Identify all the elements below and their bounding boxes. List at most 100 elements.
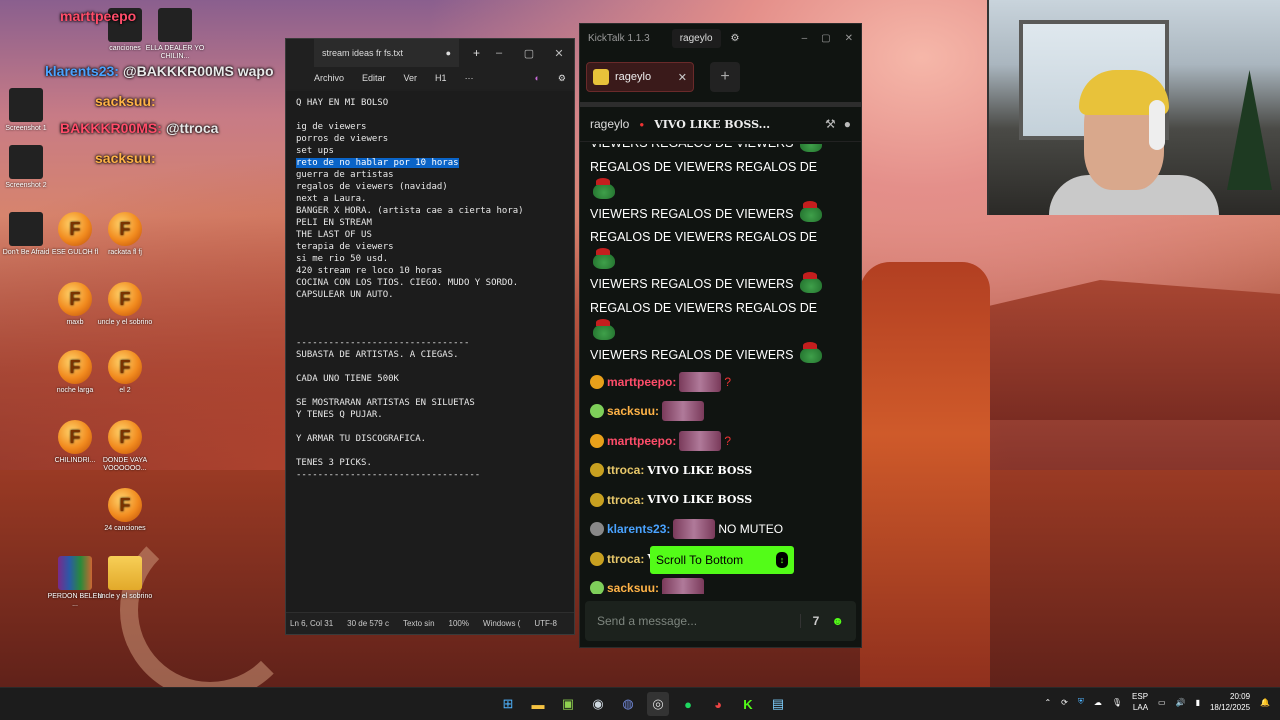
- notification-bell-icon[interactable]: 🔔: [1260, 698, 1270, 707]
- chat-username[interactable]: sacksuu:: [607, 581, 659, 594]
- chat-username[interactable]: klarents23:: [607, 522, 670, 536]
- line-text: COCINA CON LOS TIOS. CIEGO. MUDO Y SORDO…: [296, 278, 519, 288]
- overlay-username: klarents23:: [45, 63, 119, 79]
- close-icon[interactable]: ✕: [544, 47, 574, 60]
- chat-message[interactable]: sacksuu:: [590, 574, 861, 594]
- overlay-username: BAKKKR00MS:: [60, 120, 162, 136]
- menu-ver[interactable]: Ver: [404, 73, 418, 83]
- sync-icon[interactable]: ⟳: [1061, 698, 1068, 707]
- desktop-icon[interactable]: uncle y el sobrino: [95, 556, 155, 601]
- kick-icon[interactable]: K: [737, 692, 759, 716]
- steam-icon[interactable]: ◉: [587, 692, 609, 716]
- desktop-icon[interactable]: Funcle y el sobrino: [95, 282, 155, 327]
- chat-message[interactable]: marttpeepo:?: [590, 367, 861, 397]
- clock[interactable]: 20:09 18/12/2025: [1210, 691, 1250, 713]
- chat-message[interactable]: ttroca:VIVO LIKE BOSS: [590, 485, 861, 515]
- file-explorer-icon[interactable]: ▬: [527, 692, 549, 716]
- language-indicator[interactable]: ESP LAA: [1132, 691, 1148, 713]
- seventv-icon[interactable]: 7: [813, 614, 820, 628]
- chat-username[interactable]: ttroca:: [607, 463, 644, 477]
- chat-message[interactable]: sacksuu:: [590, 397, 861, 427]
- gift-text: REGALOS DE VIEWERS REGALOS DE: [590, 230, 818, 244]
- desktop-icon[interactable]: Screenshot 1: [0, 88, 56, 133]
- chat-username[interactable]: sacksuu:: [607, 404, 659, 418]
- chat-text: ?: [724, 374, 732, 389]
- battery-icon[interactable]: ▮: [1196, 698, 1200, 707]
- chat-message[interactable]: ttroca:VIVO LIKE BOSS: [590, 456, 861, 486]
- desktop-icon-label: ELLA DEALER YO CHILIN...: [145, 45, 205, 60]
- overlay-username: sacksuu:: [95, 150, 156, 166]
- notepad-titlebar[interactable]: stream ideas fr fs.txt ● + – ▢ ✕: [286, 39, 574, 67]
- user-icon[interactable]: ●: [844, 117, 851, 131]
- minimize-icon[interactable]: –: [484, 47, 514, 60]
- game-icon[interactable]: ▣: [557, 692, 579, 716]
- cloud-icon[interactable]: ☁: [1094, 698, 1102, 707]
- notepad-text-area[interactable]: Q HAY EN MI BOLSO ig de viewers porros de …: [286, 91, 574, 612]
- chrome-icon[interactable]: ◕: [707, 692, 729, 716]
- overlay-username: sacksuu:: [95, 93, 156, 109]
- menu-archivo[interactable]: Archivo: [314, 73, 344, 83]
- chat-username[interactable]: marttpeepo:: [607, 434, 676, 448]
- minimize-icon[interactable]: –: [802, 33, 808, 44]
- line-text: Q HAY EN MI BOLSO: [296, 98, 389, 108]
- settings-icon[interactable]: ⚙: [558, 73, 574, 84]
- encoding[interactable]: UTF-8: [534, 619, 557, 628]
- notepad-tab[interactable]: stream ideas fr fs.txt ●: [314, 39, 459, 67]
- spotify-icon[interactable]: ●: [677, 692, 699, 716]
- mod-icon[interactable]: ⚒: [825, 117, 836, 131]
- scroll-to-bottom-button[interactable]: Scroll To Bottom ↕: [650, 546, 794, 574]
- copilot-icon[interactable]: ◐: [534, 73, 539, 83]
- chat-username[interactable]: ttroca:: [607, 493, 644, 507]
- discord-icon[interactable]: ◍: [617, 692, 639, 716]
- settings-icon[interactable]: ⚙: [731, 33, 740, 44]
- kick-emote-icon[interactable]: ☻: [831, 614, 844, 628]
- chat-username[interactable]: ttroca:: [607, 552, 644, 566]
- start-icon[interactable]: ⊞: [497, 692, 519, 716]
- chevron-up-icon[interactable]: ⌃: [1044, 698, 1051, 707]
- message-input[interactable]: Send a message... 7 ☻: [585, 601, 856, 641]
- desktop-icon[interactable]: Fel 2: [95, 350, 155, 395]
- desktop-icon[interactable]: Frackata fl fj: [95, 212, 155, 257]
- more-icon[interactable]: ···: [465, 73, 474, 83]
- kicktalk-window[interactable]: KickTalk 1.1.3 rageylo ⚙ – ▢ ✕ rageylo ✕…: [579, 23, 862, 648]
- maximize-icon[interactable]: ▢: [821, 33, 830, 44]
- arrow-down-icon: ↕: [776, 552, 788, 568]
- chat-emote-icon: [662, 578, 705, 594]
- channel-button[interactable]: rageylo: [671, 28, 721, 48]
- zoom-level[interactable]: 100%: [449, 619, 469, 628]
- selected-text: reto de no hablar por 10 horas: [296, 158, 459, 168]
- chat-text: VIVO LIKE BOSS: [647, 493, 753, 507]
- line-ending[interactable]: Windows (: [483, 619, 520, 628]
- desktop-icon[interactable]: Screenshot 2: [0, 145, 56, 190]
- close-tab-icon[interactable]: ✕: [678, 71, 687, 84]
- line-text: PELI EN STREAM: [296, 218, 372, 228]
- kicktalk-titlebar[interactable]: KickTalk 1.1.3 rageylo ⚙ – ▢ ✕: [580, 24, 861, 52]
- chat-message[interactable]: klarents23: NO MUTEO: [590, 515, 861, 545]
- shield-icon[interactable]: ⛨: [1078, 697, 1084, 707]
- network-icon[interactable]: ▭: [1158, 698, 1166, 707]
- chat-message[interactable]: marttpeepo:?: [590, 426, 861, 456]
- obs-icon[interactable]: ◎: [647, 692, 669, 716]
- clock-time: 20:09: [1230, 692, 1251, 701]
- line-text: Y TENES Q PUJAR.: [296, 410, 383, 420]
- close-icon[interactable]: ✕: [845, 33, 853, 44]
- text-line: SE MOSTRARAN ARTISTAS EN SILUETAS: [296, 397, 564, 409]
- maximize-icon[interactable]: ▢: [514, 47, 544, 60]
- menu-editar[interactable]: Editar: [362, 73, 386, 83]
- chat-username[interactable]: marttpeepo:: [607, 375, 676, 389]
- mic-icon[interactable]: 🎙: [1112, 698, 1122, 707]
- desktop-icon[interactable]: F 24 canciones: [95, 488, 155, 533]
- new-tab-icon[interactable]: +: [473, 46, 480, 60]
- heading-button[interactable]: H1: [435, 73, 447, 83]
- notepad-window[interactable]: stream ideas fr fs.txt ● + – ▢ ✕ Archivo…: [285, 38, 575, 635]
- pinned-emote-text: VIVO LIKE BOSS...: [654, 117, 771, 131]
- desktop-icon[interactable]: F DONDE VAYA VOOOOOO...: [95, 420, 155, 473]
- folder-icon: [108, 556, 142, 590]
- notepad-icon[interactable]: ▤: [767, 692, 789, 716]
- user-badge-icon: [590, 492, 604, 507]
- tab-rageylo[interactable]: rageylo ✕: [586, 62, 694, 92]
- chat-messages[interactable]: VIEWERS REGALOS DE VIEWERS REGALOS DE VI…: [580, 144, 861, 594]
- desktop-icon[interactable]: ELLA DEALER YO CHILIN...: [145, 8, 205, 61]
- add-channel-button[interactable]: +: [710, 62, 740, 92]
- volume-icon[interactable]: 🔊: [1176, 698, 1186, 707]
